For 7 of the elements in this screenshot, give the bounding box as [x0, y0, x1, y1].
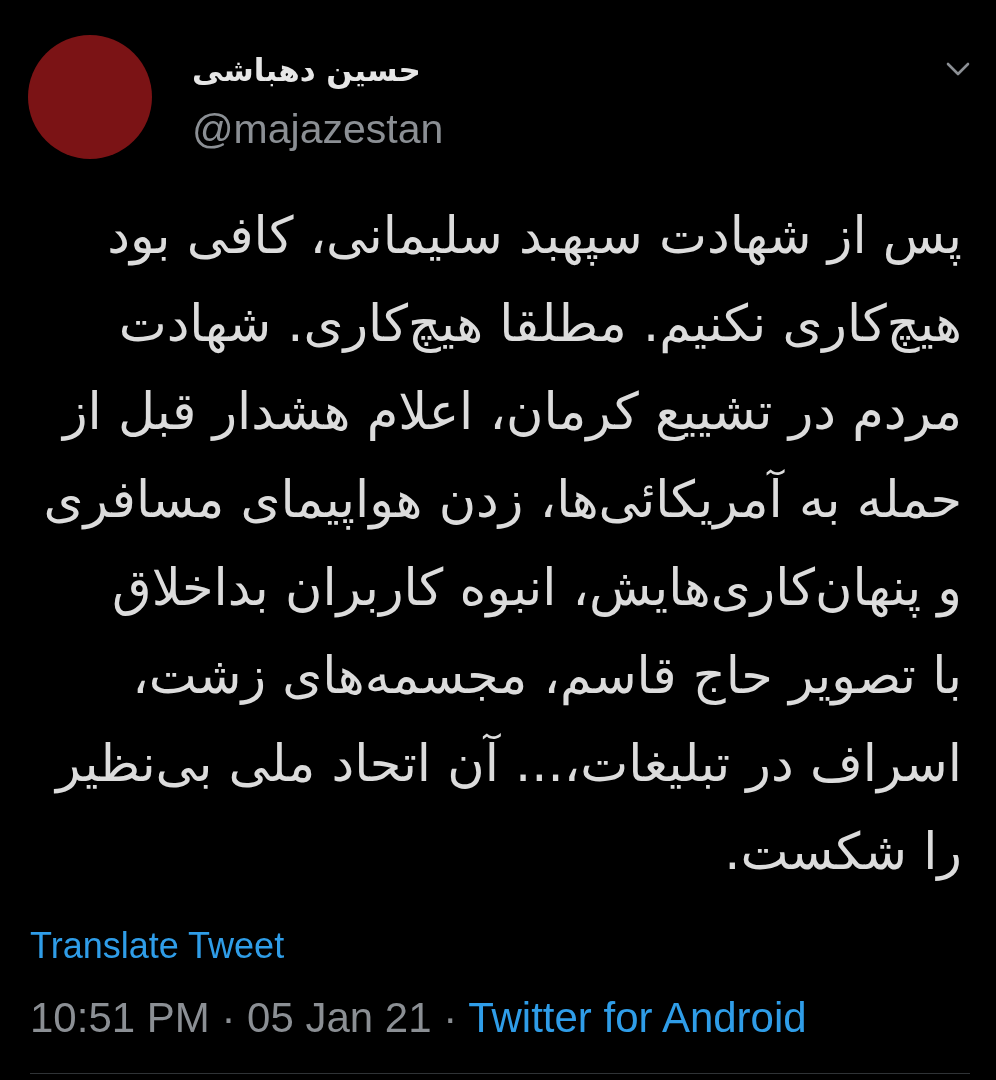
chevron-down-icon[interactable]	[946, 61, 970, 77]
source-link[interactable]: Twitter for Android	[468, 994, 807, 1041]
tweet-text: پس از شهادت سپهبد سلیمانی، کافی بود هیچ‌کاری نکنیم. مطلقا هیچ‌کاری. شهادت مردم در تشییع کرمان، اعلام هشدار قبل از حمله به آمریکائی‌ها، زدن هواپیمای مسافری و پنهان‌کاری‌هایش، انبوه کاربران بداخلاق با تصویر حاج قاسم، مجسمه‌های زشت، اسراف در تبلیغات،... آن اتحاد ملی بی‌نظیر را شکست.	[42, 205, 962, 883]
translate-link[interactable]: Translate Tweet	[30, 926, 285, 966]
author-handle[interactable]: @majazestan	[192, 104, 444, 154]
author-name[interactable]: حسین دهباشی	[192, 50, 421, 90]
timestamp: 10:51 PM · 05 Jan 21 ·	[30, 994, 458, 1041]
